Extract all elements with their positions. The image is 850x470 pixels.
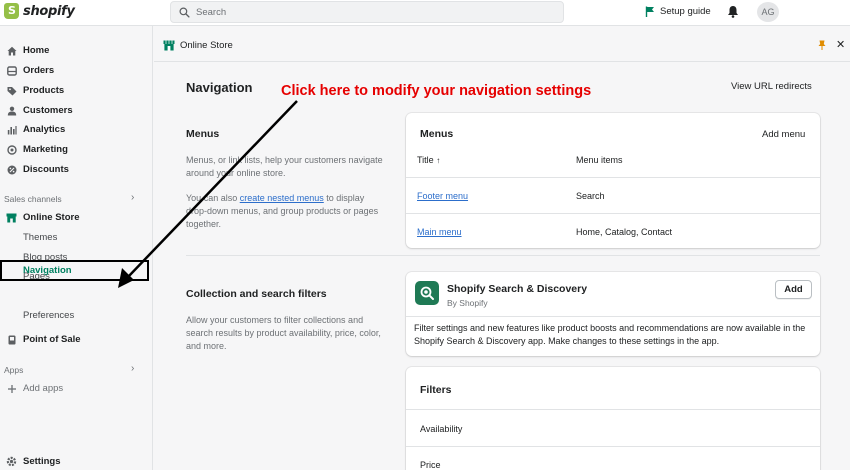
filters-card-title: Filters — [420, 384, 452, 396]
search-discovery-app-icon — [415, 281, 439, 305]
main-menu-link[interactable]: Main menu — [417, 227, 462, 237]
filters-card: Filters Availability Price — [406, 367, 820, 470]
menus-card: Menus Add menu Title ↑ Menu items Footer… — [406, 113, 820, 248]
sidebar-item-analytics[interactable]: Analytics — [6, 124, 65, 135]
sidebar-item-add-apps[interactable]: Add apps — [6, 383, 63, 394]
filter-item-price[interactable]: Price — [420, 460, 441, 470]
sidebar-item-label: Analytics — [23, 124, 66, 135]
sidebar-item-customers[interactable]: Customers — [6, 105, 73, 116]
add-menu-button[interactable]: Add menu — [762, 129, 805, 140]
sidebar-subitem-themes[interactable]: Themes — [23, 232, 57, 243]
pin-icon[interactable] — [818, 40, 826, 53]
top-bar: shopify Setup guide AG — [0, 0, 850, 26]
add-app-button[interactable]: Add — [775, 280, 812, 299]
menus-section-description-2: You can also create nested menus to disp… — [186, 192, 384, 231]
page-title: Navigation — [186, 80, 253, 95]
annotation-text: Click here to modify your navigation set… — [281, 83, 592, 99]
row-divider — [406, 446, 820, 447]
menu-items-column-header: Menu items — [576, 155, 623, 165]
plus-icon — [6, 383, 17, 394]
main-menu-items: Home, Catalog, Contact — [576, 227, 673, 237]
menus-section-title: Menus — [186, 128, 220, 140]
shopify-logo[interactable]: shopify — [4, 3, 75, 19]
row-divider — [406, 316, 820, 317]
avatar[interactable]: AG — [757, 2, 779, 22]
search-discovery-description: Filter settings and new features like pr… — [414, 323, 806, 346]
sidebar-item-marketing[interactable]: Marketing — [6, 144, 68, 155]
sidebar-item-orders[interactable]: Orders — [6, 65, 54, 76]
apps-label: Apps — [4, 365, 24, 375]
sort-ascending-icon: ↑ — [436, 156, 441, 165]
filter-item-availability[interactable]: Availability — [420, 424, 462, 434]
chevron-right-icon[interactable]: › — [131, 192, 134, 203]
header-divider — [154, 61, 850, 62]
filters-section-description: Allow your customers to filter collectio… — [186, 315, 381, 351]
sidebar-item-point-of-sale[interactable]: Point of Sale — [6, 334, 81, 345]
home-icon — [6, 45, 17, 56]
view-url-redirects-button[interactable]: View URL redirects — [731, 81, 812, 92]
search-discovery-title: Shopify Search & Discovery — [447, 283, 588, 295]
search-discovery-card: Shopify Search & Discovery By Shopify Ad… — [406, 272, 820, 356]
setup-guide-label: Setup guide — [660, 6, 711, 17]
sidebar-subitem-navigation[interactable]: Navigation — [23, 265, 72, 276]
sidebar-item-label: Add apps — [23, 383, 64, 394]
sidebar-item-label: Online Store — [23, 212, 80, 223]
bar-chart-icon — [6, 124, 17, 135]
search-bar[interactable] — [170, 1, 564, 23]
sidebar-item-label: Marketing — [23, 144, 68, 155]
create-nested-menus-link[interactable]: create nested menus — [240, 193, 324, 203]
sidebar-item-label: Customers — [23, 105, 73, 116]
breadcrumb-label: Online Store — [180, 40, 233, 51]
sidebar-item-online-store[interactable]: Online Store — [6, 212, 79, 223]
pos-icon — [6, 334, 17, 345]
sidebar-item-label: Settings — [23, 456, 61, 467]
store-icon — [163, 40, 175, 51]
sidebar-item-label: Discounts — [23, 164, 69, 175]
search-discovery-subtitle: By Shopify — [447, 298, 488, 308]
menus-section-description: Menus, or link lists, help your customer… — [186, 155, 383, 178]
logo-text: shopify — [23, 3, 75, 19]
store-icon — [6, 212, 17, 223]
shopify-bag-icon — [4, 3, 19, 19]
row-divider — [406, 409, 820, 410]
close-icon[interactable]: ✕ — [836, 38, 845, 51]
sidebar-item-settings[interactable]: Settings — [6, 456, 60, 467]
sidebar-item-label: Home — [23, 45, 50, 56]
column-header-label: Title — [417, 155, 434, 165]
discount-icon — [6, 164, 17, 175]
tag-icon — [6, 85, 17, 96]
orders-icon — [6, 65, 17, 76]
row-divider — [406, 177, 820, 178]
row-divider — [406, 213, 820, 214]
sidebar-item-label: Point of Sale — [23, 334, 81, 345]
breadcrumb[interactable]: Online Store — [163, 40, 233, 51]
title-column-header[interactable]: Title ↑ — [417, 155, 440, 165]
bell-icon[interactable] — [727, 5, 739, 21]
sidebar-item-label: Orders — [23, 65, 55, 76]
sidebar-item-label: Products — [23, 85, 65, 96]
footer-menu-items: Search — [576, 191, 605, 201]
target-icon — [6, 144, 17, 155]
setup-guide-button[interactable]: Setup guide — [645, 6, 711, 17]
search-icon — [179, 6, 190, 18]
sidebar-subitem-preferences[interactable]: Preferences — [23, 310, 74, 321]
footer-menu-link[interactable]: Footer menu — [417, 191, 468, 201]
section-divider — [186, 255, 820, 256]
desc-text: You can also — [186, 193, 240, 203]
flag-icon — [645, 6, 654, 17]
gear-icon — [6, 456, 17, 467]
sidebar-item-discounts[interactable]: Discounts — [6, 164, 69, 175]
sidebar-item-products[interactable]: Products — [6, 85, 64, 96]
sidebar-item-home[interactable]: Home — [6, 45, 49, 56]
chevron-right-icon[interactable]: › — [131, 363, 134, 374]
search-input[interactable] — [196, 6, 496, 18]
sales-channels-label: Sales channels — [4, 194, 62, 204]
menus-card-title: Menus — [420, 128, 454, 140]
sidebar: Home Orders Products Customers Analytics… — [0, 26, 153, 470]
person-icon — [6, 105, 17, 116]
filters-section-title: Collection and search filters — [186, 288, 327, 300]
